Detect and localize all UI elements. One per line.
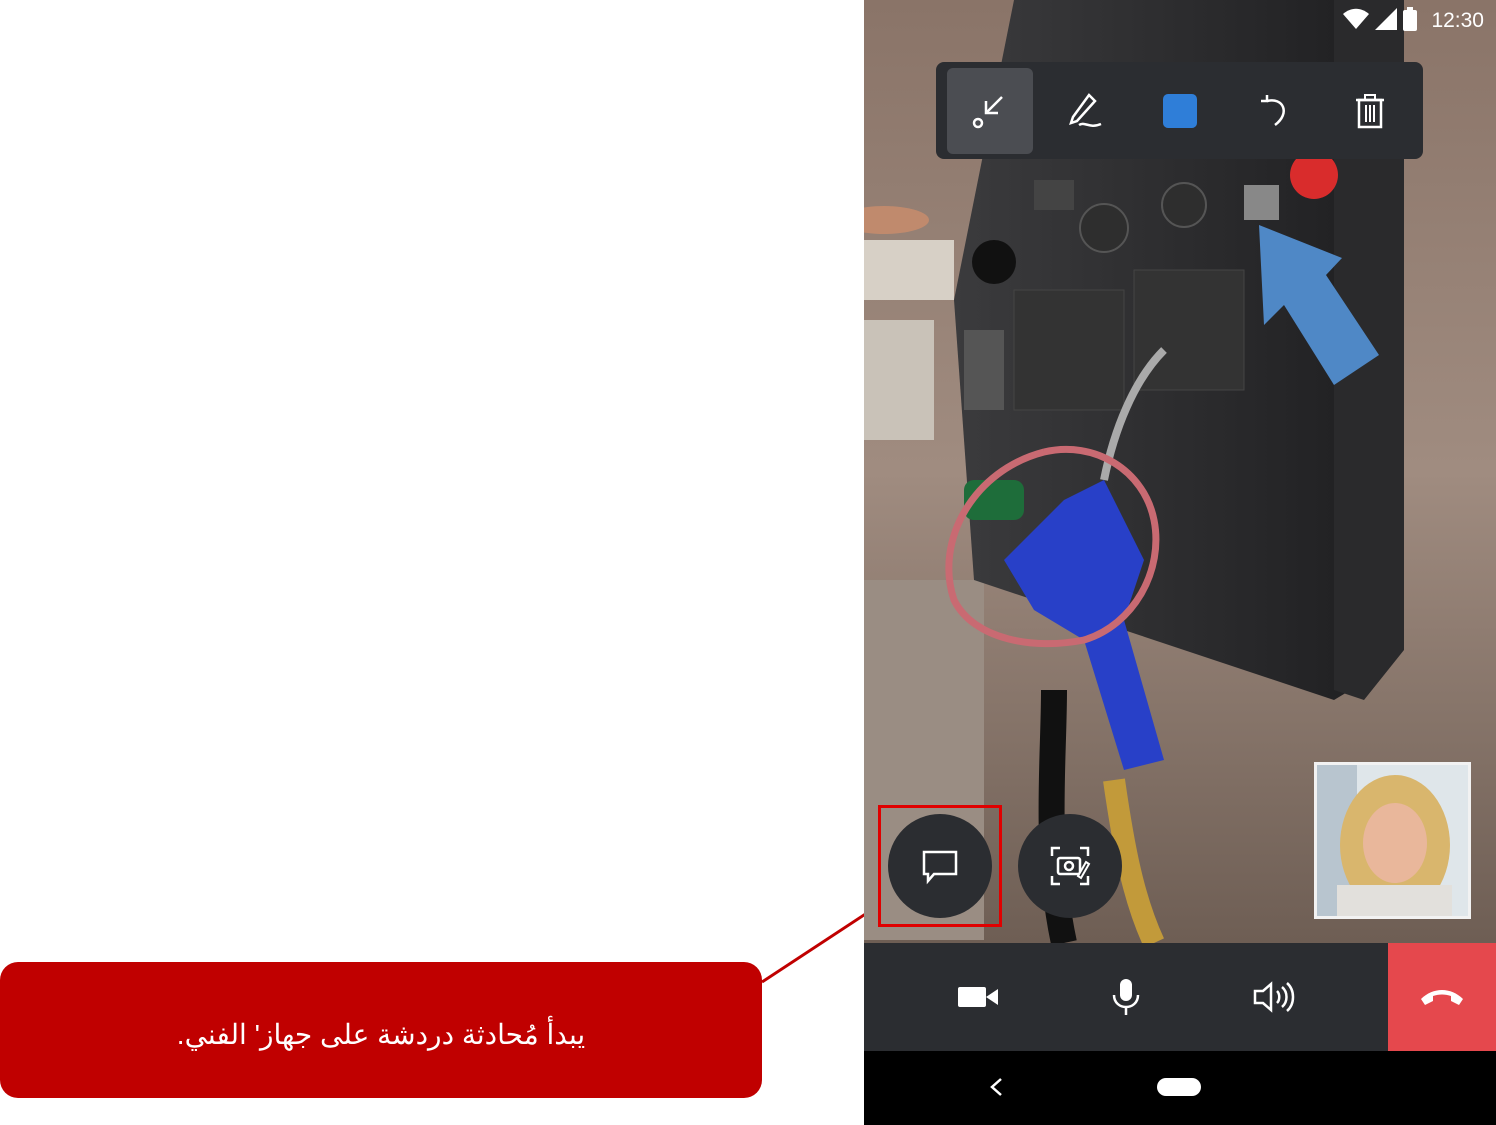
color-swatch — [1162, 93, 1197, 128]
chat-button[interactable] — [888, 814, 992, 918]
snapshot-icon — [1050, 846, 1091, 886]
self-video-thumbnail[interactable] — [1314, 762, 1471, 919]
wifi-icon — [1343, 8, 1370, 35]
end-call-button[interactable] — [1388, 943, 1496, 1051]
delete-button[interactable] — [1327, 68, 1413, 154]
status-bar: 12:30 — [1343, 6, 1484, 36]
home-button[interactable] — [1157, 1078, 1201, 1096]
arrow-tool-icon — [972, 95, 1003, 128]
pen-tool-icon — [1068, 92, 1101, 127]
phone-screen: 12:30 — [864, 0, 1496, 1125]
call-controls — [864, 943, 1496, 1051]
arrow-tool-button[interactable] — [946, 67, 1033, 154]
annotation-toolbar — [936, 62, 1423, 159]
participant-avatar — [1317, 765, 1468, 916]
chat-icon — [922, 850, 958, 885]
microphone-button[interactable] — [1052, 943, 1200, 1051]
microphone-icon — [1112, 979, 1140, 1015]
cellular-signal-icon — [1375, 7, 1398, 35]
pen-tool-button[interactable] — [1042, 68, 1128, 154]
video-toggle-button[interactable] — [904, 943, 1052, 1051]
speaker-button[interactable] — [1200, 943, 1348, 1051]
color-picker-button[interactable] — [1137, 68, 1223, 154]
undo-icon — [1260, 94, 1285, 126]
video-camera-icon — [958, 987, 998, 1007]
navigation-bar — [864, 1051, 1496, 1125]
clock: 12:30 — [1431, 9, 1484, 32]
callout-text: يبدأ مُحادثة دردشة على جهاز' الفني. — [176, 1018, 586, 1050]
battery-icon — [1403, 6, 1418, 36]
undo-button[interactable] — [1232, 68, 1318, 154]
back-icon[interactable] — [989, 1073, 1003, 1104]
end-call-icon — [1421, 990, 1463, 1005]
callout-box: يبدأ مُحادثة دردشة على جهاز' الفني. — [0, 962, 762, 1098]
snapshot-button[interactable] — [1018, 814, 1122, 918]
delete-icon — [1355, 93, 1384, 128]
speaker-icon — [1253, 981, 1295, 1013]
